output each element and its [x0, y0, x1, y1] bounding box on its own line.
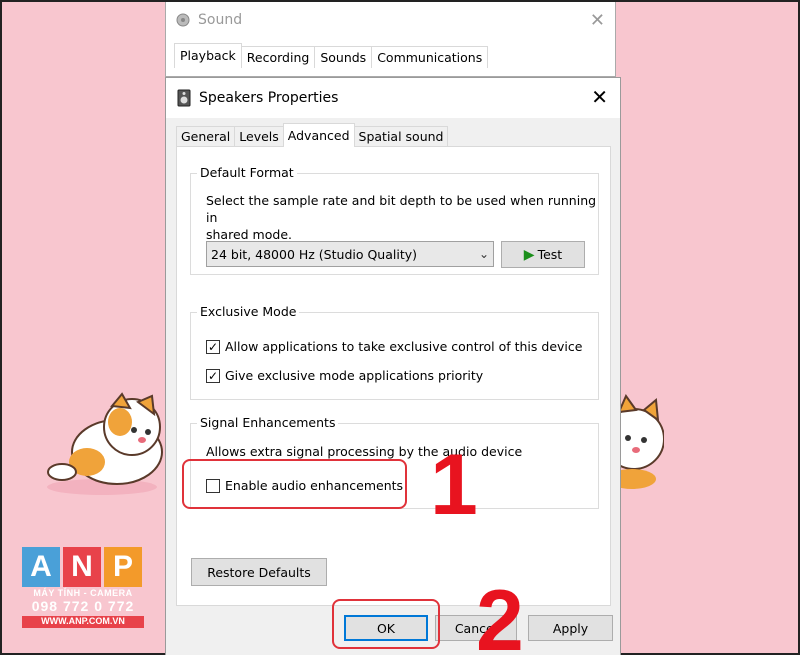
- default-format-description: Select the sample rate and bit depth to …: [206, 192, 598, 243]
- speaker-icon: [176, 13, 190, 27]
- default-format-description-line1: Select the sample rate and bit depth to …: [206, 193, 597, 225]
- sound-window: Sound ✕ Playback Recording Sounds Commun…: [165, 2, 616, 77]
- exclusive-priority-checkbox-row[interactable]: ✓ Give exclusive mode applications prior…: [206, 368, 483, 383]
- sample-rate-value: 24 bit, 48000 Hz (Studio Quality): [211, 246, 418, 262]
- exclusive-priority-checkbox[interactable]: ✓: [206, 368, 220, 383]
- tab-recording[interactable]: Recording: [240, 46, 316, 68]
- properties-tab-bar: General Levels Advanced Spatial sound: [176, 123, 449, 147]
- restore-defaults-button[interactable]: Restore Defaults: [191, 558, 327, 586]
- restore-defaults-label: Restore Defaults: [207, 564, 311, 580]
- sound-window-title: Sound: [198, 12, 243, 28]
- test-button[interactable]: ▶ Test: [501, 241, 585, 268]
- exclusive-priority-label: Give exclusive mode applications priorit…: [225, 368, 484, 383]
- test-button-label: Test: [537, 247, 563, 262]
- apply-button-label: Apply: [552, 620, 589, 636]
- anp-watermark-logo: A N P MÁY TÍNH - CAMERA 098 772 0 772 WW…: [22, 547, 144, 629]
- signal-enhancements-label: Signal Enhancements: [197, 415, 339, 430]
- exclusive-mode-label: Exclusive Mode: [197, 304, 300, 319]
- exclusive-mode-group: Exclusive Mode ✓ Allow applications to t…: [190, 304, 599, 400]
- play-icon: ▶: [523, 246, 535, 263]
- default-format-label: Default Format: [197, 165, 297, 180]
- tab-levels[interactable]: Levels: [234, 126, 284, 147]
- step1-number: 1: [430, 437, 478, 533]
- sound-tab-bar: Playback Recording Sounds Communications: [174, 43, 489, 68]
- logo-letter-p: P: [104, 547, 142, 587]
- tab-advanced[interactable]: Advanced: [282, 123, 355, 147]
- advanced-tab-panel: Default Format Select the sample rate an…: [176, 146, 611, 606]
- step1-highlight-box: [182, 459, 407, 509]
- close-icon[interactable]: ✕: [591, 87, 608, 107]
- logo-letter-n: N: [63, 547, 101, 587]
- exclusive-control-checkbox-row[interactable]: ✓ Allow applications to take exclusive c…: [206, 339, 582, 354]
- dialog-title: Speakers Properties: [199, 90, 339, 106]
- cartoon-dog-right-illustration: [614, 394, 664, 489]
- sound-titlebar[interactable]: Sound: [166, 2, 615, 38]
- tab-communications[interactable]: Communications: [371, 46, 489, 68]
- sound-close-icon[interactable]: ✕: [590, 10, 605, 31]
- tab-sounds[interactable]: Sounds: [314, 46, 373, 68]
- exclusive-control-label: Allow applications to take exclusive con…: [225, 339, 583, 354]
- tab-playback[interactable]: Playback: [174, 43, 242, 68]
- exclusive-control-checkbox[interactable]: ✓: [206, 339, 220, 354]
- logo-phone: 098 772 0 772: [31, 597, 135, 614]
- apply-button[interactable]: Apply: [528, 615, 613, 641]
- step2-number: 2: [476, 573, 524, 655]
- tab-spatial-sound[interactable]: Spatial sound: [353, 126, 449, 147]
- sample-rate-select[interactable]: 24 bit, 48000 Hz (Studio Quality) ⌄: [206, 241, 494, 267]
- logo-letter-a: A: [22, 547, 60, 587]
- tab-general[interactable]: General: [176, 126, 236, 147]
- cartoon-dog-left-illustration: [47, 392, 163, 495]
- logo-website: WWW.ANP.COM.VN: [22, 616, 144, 629]
- chevron-down-icon: ⌄: [478, 247, 489, 261]
- speaker-device-icon: [177, 89, 191, 107]
- default-format-group: Default Format Select the sample rate an…: [190, 165, 599, 275]
- step2-highlight-box: [332, 599, 440, 649]
- speakers-properties-dialog: Speakers Properties ✕ General Levels Adv…: [165, 77, 621, 655]
- dialog-titlebar[interactable]: Speakers Properties ✕: [166, 78, 620, 118]
